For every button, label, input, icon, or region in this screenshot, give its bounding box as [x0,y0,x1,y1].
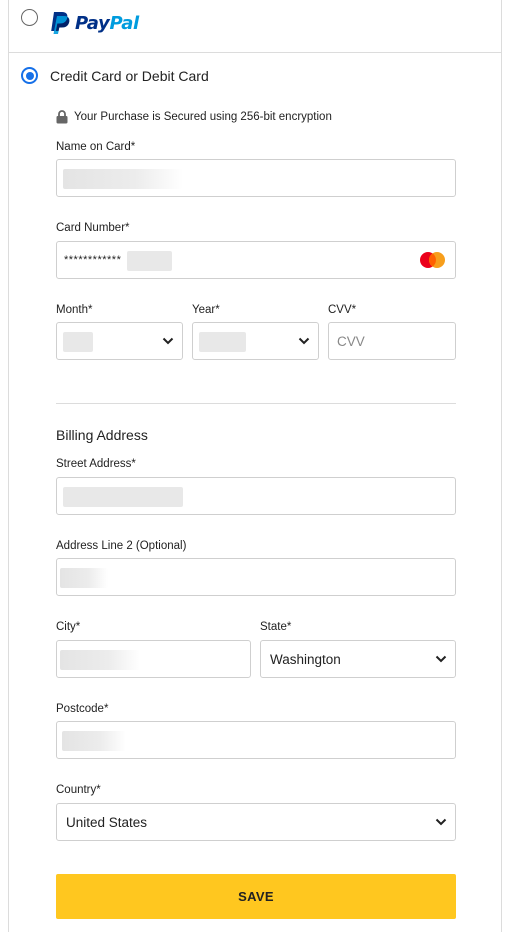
name-on-card-input[interactable] [56,159,456,197]
lock-icon [56,110,68,124]
cvv-placeholder: CVV [337,334,365,349]
paypal-mark-icon [51,12,70,34]
month-select[interactable] [56,322,183,360]
month-label: Month* [56,304,93,316]
redacted-value [62,731,126,751]
year-select[interactable] [192,322,319,360]
country-value: United States [66,815,148,830]
checkout-panel: Pay Pal Credit Card or Debit Card Your Pu… [8,0,502,932]
card-number-value: ************ [64,254,122,266]
card-number-label: Card Number* [56,222,130,234]
city-input[interactable] [56,640,251,678]
state-label: State* [260,621,292,633]
redacted-value [63,487,183,507]
redacted-value [199,332,246,352]
cvv-input[interactable]: CVV [328,322,456,360]
save-button[interactable]: SAVE [56,874,456,919]
paypal-option[interactable]: Pay Pal [9,0,501,53]
paypal-word-pal: Pal [109,12,139,34]
postcode-label: Postcode* [56,703,109,715]
state-value: Washington [270,652,341,667]
name-on-card-label: Name on Card* [56,141,136,153]
address-line-2-label: Address Line 2 (Optional) [56,540,187,552]
paypal-radio[interactable] [21,9,38,26]
redacted-value [63,332,93,352]
redacted-value [60,650,140,670]
paypal-logo: Pay Pal [49,10,139,36]
address-line-2-input[interactable] [56,558,456,596]
card-option-label[interactable]: Credit Card or Debit Card [50,68,209,84]
section-divider [56,403,456,404]
chevron-down-icon [435,818,447,826]
paypal-word-pay: Pay [75,12,110,34]
redacted-value [60,568,108,588]
billing-address-title: Billing Address [56,427,148,443]
mastercard-icon [420,252,445,268]
country-select[interactable]: United States [56,803,456,841]
street-address-input[interactable] [56,477,456,515]
security-note: Your Purchase is Secured using 256-bit e… [56,110,332,124]
cvv-label: CVV* [328,304,357,316]
state-select[interactable]: Washington [260,640,456,678]
country-label: Country* [56,784,101,796]
chevron-down-icon [298,337,310,345]
street-address-label: Street Address* [56,458,136,470]
card-radio[interactable] [21,67,38,84]
year-label: Year* [192,304,220,316]
city-label: City* [56,621,81,633]
card-number-input[interactable]: ************ [56,241,456,279]
redacted-value [63,169,183,189]
chevron-down-icon [435,655,447,663]
redacted-value [127,251,172,271]
chevron-down-icon [162,337,174,345]
postcode-input[interactable] [56,721,456,759]
security-text: Your Purchase is Secured using 256-bit e… [74,111,332,123]
